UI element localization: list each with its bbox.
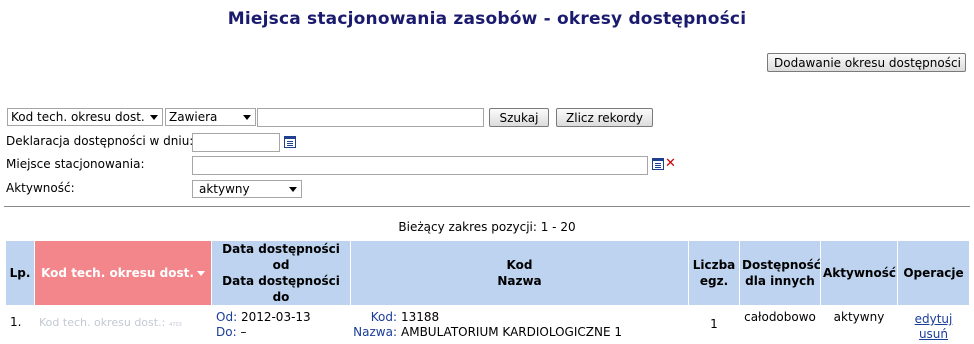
row-lp: 1.	[5, 305, 35, 344]
row-availability: całodobowo	[739, 305, 821, 344]
search-operator-select[interactable]: Zawiera	[165, 108, 256, 126]
add-period-button[interactable]: Dodawanie okresu dostępności	[767, 53, 966, 72]
location-input[interactable]	[192, 156, 648, 175]
col-kod-nazwa-header[interactable]: Kod Nazwa	[350, 240, 689, 306]
activity-select[interactable]: aktywny	[192, 180, 302, 198]
row-kod-tech: Kod tech. okresu dost.: 4703	[34, 305, 212, 344]
delete-link[interactable]: usuń	[919, 327, 948, 341]
chevron-down-icon	[243, 115, 251, 120]
edit-link[interactable]: edytuj	[915, 312, 953, 326]
search-input[interactable]	[257, 108, 484, 127]
declaration-date-label: Deklaracja dostępności w dniu:	[6, 134, 194, 148]
col-count-header[interactable]: Liczba egz.	[688, 240, 740, 306]
col-date-from-label: Data dostępności od	[222, 242, 340, 272]
col-availability-header[interactable]: Dostępność dla innych	[739, 240, 821, 306]
col-lp-header: Lp.	[5, 240, 35, 306]
page-title: Miejsca stacjonowania zasobów - okresy d…	[227, 9, 747, 29]
chevron-down-icon	[150, 115, 158, 120]
row-kod-nazwa: Kod: 13188 Nazwa: AMBULATORIUM KARDIOLOGIC…	[350, 305, 689, 344]
col-nazwa-label: Nazwa	[497, 274, 542, 288]
location-label: Miejsce stacjonowania:	[6, 157, 145, 171]
col-kod-label: Kod	[506, 258, 533, 272]
divider	[4, 206, 970, 207]
col-kod-tech-label: Kod tech. okresu dost.	[41, 266, 194, 280]
row-count: 1	[688, 305, 740, 344]
col-date-to-label: Data dostępności do	[222, 274, 340, 304]
col-dates-header[interactable]: Data dostępności od Data dostępności do	[211, 240, 351, 306]
row-dates: Od: 2012-03-13 Do: –	[211, 305, 351, 344]
col-active-header[interactable]: Aktywność	[820, 240, 898, 306]
col-kod-tech-header[interactable]: Kod tech. okresu dost.	[34, 240, 212, 306]
row-active: aktywny	[820, 305, 898, 344]
activity-value: aktywny	[199, 182, 250, 196]
list-select-icon[interactable]	[652, 158, 664, 170]
clear-icon[interactable]: ✕	[665, 157, 676, 170]
sort-desc-icon	[196, 271, 205, 276]
col-ops-header: Operacje	[897, 240, 970, 306]
count-records-button[interactable]: Zlicz rekordy	[556, 108, 653, 127]
search-field-select[interactable]: Kod tech. okresu dost.	[7, 108, 163, 126]
chevron-down-icon	[289, 187, 297, 192]
calendar-icon[interactable]	[284, 136, 296, 148]
search-operator-value: Zawiera	[169, 110, 218, 124]
declaration-date-input[interactable]	[192, 133, 280, 152]
activity-label: Aktywność:	[6, 181, 75, 195]
row-operations: edytuj usuń	[897, 305, 970, 344]
table-row: 1. Kod tech. okresu dost.: 4703 Od: 2012…	[5, 305, 970, 344]
results-table: Lp. Kod tech. okresu dost. Data dostępno…	[5, 240, 970, 344]
results-range: Bieżący zakres pozycji: 1 - 20	[398, 220, 576, 234]
search-button[interactable]: Szukaj	[489, 108, 549, 127]
search-field-value: Kod tech. okresu dost.	[11, 110, 145, 124]
